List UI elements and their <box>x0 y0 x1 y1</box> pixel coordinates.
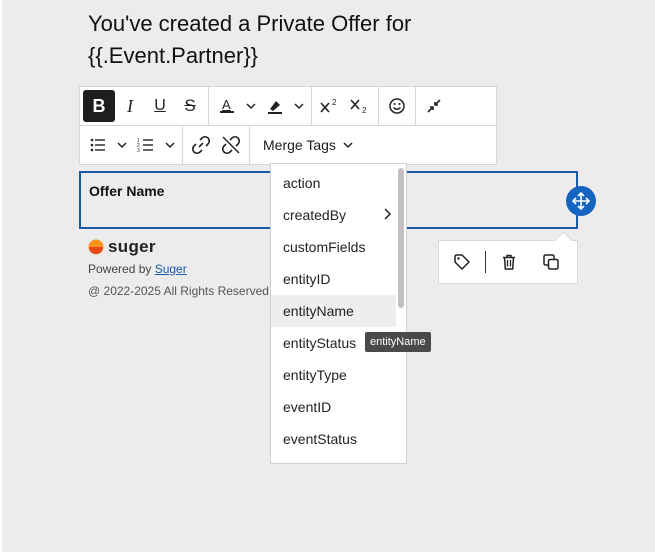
underline-button[interactable]: U <box>145 90 175 122</box>
text-color-dropdown[interactable] <box>242 90 260 122</box>
menu-item-createdby[interactable]: createdBy <box>271 199 396 231</box>
numbered-list-button[interactable]: 1 2 3 <box>131 129 161 161</box>
duplicate-icon <box>543 254 559 270</box>
chevron-down-icon <box>117 142 127 149</box>
superscript-button[interactable]: 2 <box>315 90 345 122</box>
chevron-down-icon <box>246 103 256 110</box>
merge-tags-group: Merge Tags <box>250 126 367 164</box>
unlink-button[interactable] <box>216 129 246 161</box>
bullet-list-button[interactable] <box>83 129 113 161</box>
bullet-list-icon <box>90 138 105 152</box>
list-group: 1 2 3 <box>80 126 183 164</box>
numbered-list-icon: 1 2 3 <box>137 138 153 154</box>
italic-button[interactable]: I <box>115 90 145 122</box>
svg-text:2: 2 <box>362 106 367 115</box>
block-toolbar <box>438 240 578 284</box>
collapse-button[interactable] <box>419 90 449 122</box>
subscript-button[interactable]: 2 <box>345 90 375 122</box>
menu-tooltip: entityName <box>365 332 431 352</box>
smiley-icon <box>389 98 405 114</box>
powered-by-prefix: Powered by <box>88 262 155 276</box>
menu-item-label: eventStatus <box>283 431 357 447</box>
menu-item-eventid[interactable]: eventID <box>271 391 396 423</box>
bold-icon: B <box>92 95 106 116</box>
menu-item-action[interactable]: action <box>271 167 396 199</box>
script-group: 2 2 <box>312 87 379 125</box>
unlink-icon <box>221 135 241 155</box>
toolbar-divider <box>485 251 486 273</box>
menu-item-label: createdBy <box>283 207 347 223</box>
bullet-list-dropdown[interactable] <box>113 129 131 161</box>
move-arrows-icon <box>572 192 590 210</box>
menu-item-eventstatus[interactable]: eventStatus <box>271 423 396 455</box>
merge-tags-list: action createdBy customFields entityID e… <box>271 167 396 455</box>
merge-tags-button[interactable]: Merge Tags <box>253 126 364 164</box>
menu-item-entityid[interactable]: entityID <box>271 263 396 295</box>
move-handle[interactable] <box>566 186 596 216</box>
menu-item-label: entityStatus <box>283 335 357 351</box>
menu-item-entitytype[interactable]: entityType <box>271 359 396 391</box>
suger-logo-text: suger <box>108 237 156 256</box>
text-color-icon: A <box>220 97 234 113</box>
svg-text:A: A <box>222 97 231 112</box>
bold-button[interactable]: B <box>83 90 115 122</box>
italic-icon: I <box>127 95 133 116</box>
suger-logo: suger <box>88 237 156 257</box>
delete-button[interactable] <box>492 245 526 279</box>
superscript-icon: 2 <box>320 98 337 113</box>
suger-logo-icon <box>88 239 104 255</box>
duplicate-button[interactable] <box>534 245 568 279</box>
collapse-icon <box>427 99 441 113</box>
copyright-text: @ 2022-2025 All Rights Reserved <box>88 284 269 298</box>
menu-item-customfields[interactable]: customFields <box>271 231 396 263</box>
underline-icon: U <box>154 97 166 114</box>
tag-button[interactable] <box>445 245 479 279</box>
email-heading[interactable]: You've created a Private Offer for {{.Ev… <box>88 8 508 72</box>
link-group <box>183 126 250 164</box>
emoji-group <box>379 87 416 125</box>
menu-item-label: eventID <box>283 399 332 415</box>
menu-item-label: action <box>283 175 321 191</box>
chevron-down-icon <box>294 103 304 110</box>
trash-icon <box>503 254 515 270</box>
merge-tags-menu: action createdBy customFields entityID e… <box>270 163 407 464</box>
menu-item-label: entityType <box>283 367 347 383</box>
toolbar-row-1: B I U S A 2 2 <box>79 86 497 126</box>
chevron-right-icon <box>384 208 392 220</box>
emoji-button[interactable] <box>382 90 412 122</box>
svg-text:3: 3 <box>137 148 140 154</box>
link-button[interactable] <box>186 129 216 161</box>
offer-name-text[interactable]: Offer Name <box>89 183 164 199</box>
chevron-down-icon <box>343 142 353 149</box>
text-color-button[interactable]: A <box>212 90 242 122</box>
highlight-button[interactable] <box>260 90 290 122</box>
menu-item-label: customFields <box>283 239 366 255</box>
toolbar-row-2: 1 2 3 Merge Tags <box>79 125 497 165</box>
menu-item-label: entityID <box>283 271 331 287</box>
collapse-group <box>416 87 452 125</box>
menu-scrollbar[interactable] <box>398 168 404 308</box>
color-group: A <box>209 87 312 125</box>
highlight-dropdown[interactable] <box>290 90 308 122</box>
tag-icon <box>454 254 470 270</box>
numbered-list-dropdown[interactable] <box>161 129 179 161</box>
chevron-down-icon <box>165 142 175 149</box>
menu-item-label: entityName <box>283 303 354 319</box>
menu-item-entityname[interactable]: entityName <box>271 295 396 327</box>
suger-link[interactable]: Suger <box>155 262 187 276</box>
strikethrough-icon: S <box>184 96 196 115</box>
svg-text:2: 2 <box>332 98 337 107</box>
format-group: B I U S <box>80 87 209 125</box>
link-icon <box>191 135 211 155</box>
subscript-icon: 2 <box>350 99 367 115</box>
merge-tags-label: Merge Tags <box>263 137 336 153</box>
strikethrough-button[interactable]: S <box>175 90 205 122</box>
highlighter-icon <box>268 101 282 114</box>
powered-by: Powered by Suger <box>88 262 187 276</box>
